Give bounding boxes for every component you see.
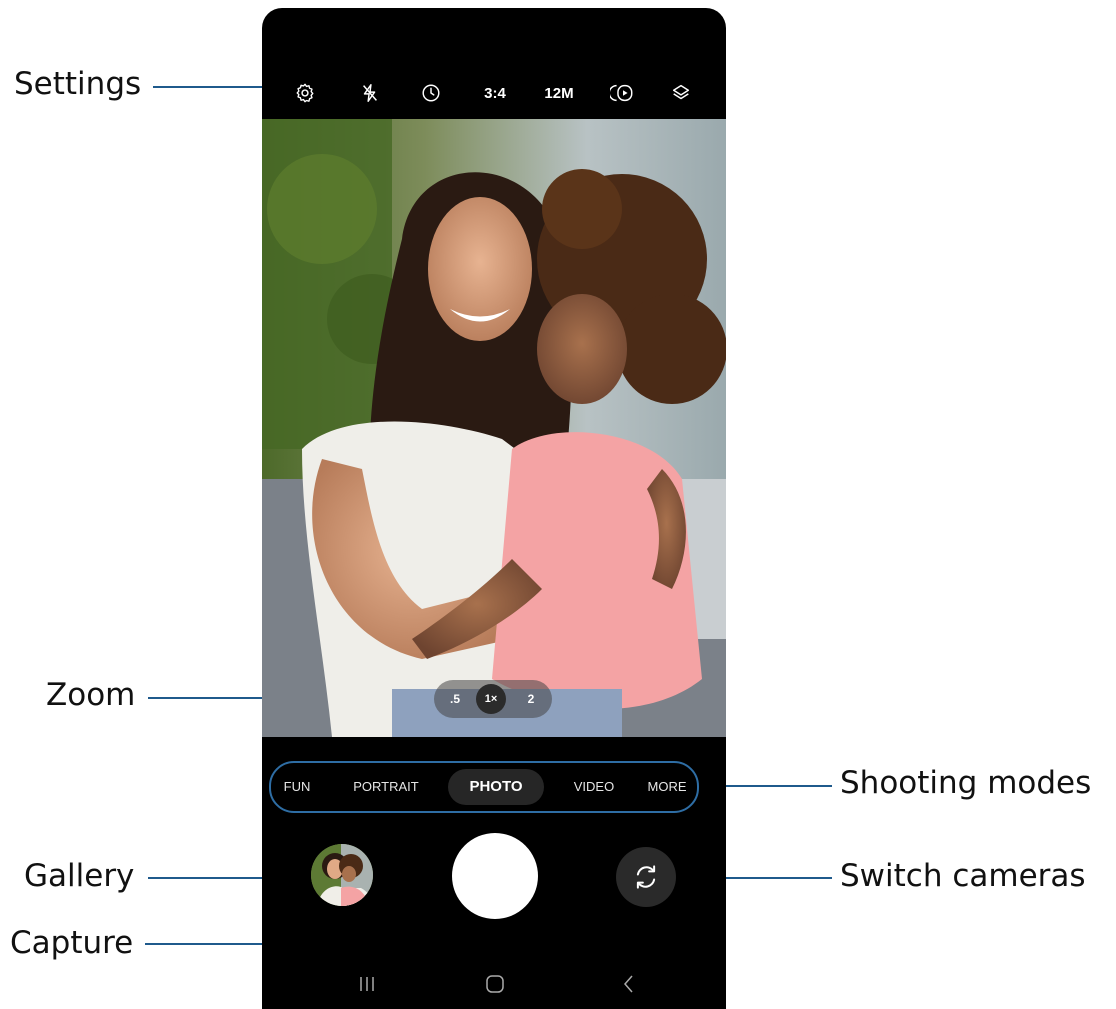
zoom-control: .5 1× 2 bbox=[434, 680, 552, 718]
home-button[interactable] bbox=[484, 973, 506, 1000]
mode-photo[interactable]: PHOTO bbox=[448, 769, 544, 805]
phone-screen: 3:4 12M .5 1× 2 FUN PORTRAIT PHOTO VIDEO… bbox=[262, 8, 726, 1009]
callout-zoom: Zoom bbox=[46, 677, 136, 713]
callout-switch-cameras: Switch cameras bbox=[840, 858, 1086, 894]
timer-icon bbox=[422, 84, 440, 102]
callout-capture: Capture bbox=[10, 925, 134, 961]
callout-gallery: Gallery bbox=[24, 858, 135, 894]
camera-switch-icon bbox=[636, 865, 656, 889]
motion-photo-icon bbox=[610, 84, 633, 102]
callout-shooting-modes: Shooting modes bbox=[840, 765, 1092, 801]
back-button[interactable] bbox=[619, 973, 639, 1000]
home-icon bbox=[486, 975, 504, 993]
filters-icon bbox=[672, 84, 690, 100]
resolution-button[interactable]: 12M bbox=[539, 68, 579, 118]
recents-button[interactable] bbox=[357, 973, 377, 1000]
camera-viewfinder[interactable]: .5 1× 2 bbox=[262, 119, 726, 737]
gallery-button[interactable] bbox=[311, 844, 373, 906]
system-navigation-bar bbox=[262, 963, 726, 1009]
camera-toolbar: 3:4 12M bbox=[262, 68, 726, 118]
filters-button[interactable] bbox=[666, 68, 696, 118]
callout-settings: Settings bbox=[14, 66, 142, 102]
flash-off-icon bbox=[363, 84, 377, 102]
zoom-option-0.5x[interactable]: .5 bbox=[442, 680, 468, 718]
mode-video[interactable]: VIDEO bbox=[569, 763, 619, 811]
timer-button[interactable] bbox=[416, 68, 446, 118]
switch-cameras-button[interactable] bbox=[616, 847, 676, 907]
settings-button[interactable] bbox=[290, 68, 320, 118]
shooting-modes: FUN PORTRAIT PHOTO VIDEO MORE bbox=[269, 761, 699, 813]
zoom-option-2x[interactable]: 2 bbox=[518, 680, 544, 718]
mode-fun[interactable]: FUN bbox=[277, 763, 317, 811]
back-icon bbox=[624, 975, 633, 993]
viewfinder-photo bbox=[262, 119, 726, 737]
recents-icon bbox=[360, 977, 374, 991]
mode-more[interactable]: MORE bbox=[643, 763, 691, 811]
gallery-thumbnail-image bbox=[311, 844, 373, 906]
motion-photo-button[interactable] bbox=[606, 68, 640, 118]
aspect-ratio-button[interactable]: 3:4 bbox=[475, 68, 515, 118]
mode-portrait[interactable]: PORTRAIT bbox=[349, 763, 423, 811]
flash-button[interactable] bbox=[355, 68, 385, 118]
gear-icon bbox=[296, 83, 314, 103]
zoom-option-1x[interactable]: 1× bbox=[476, 684, 506, 714]
capture-button[interactable] bbox=[452, 833, 538, 919]
